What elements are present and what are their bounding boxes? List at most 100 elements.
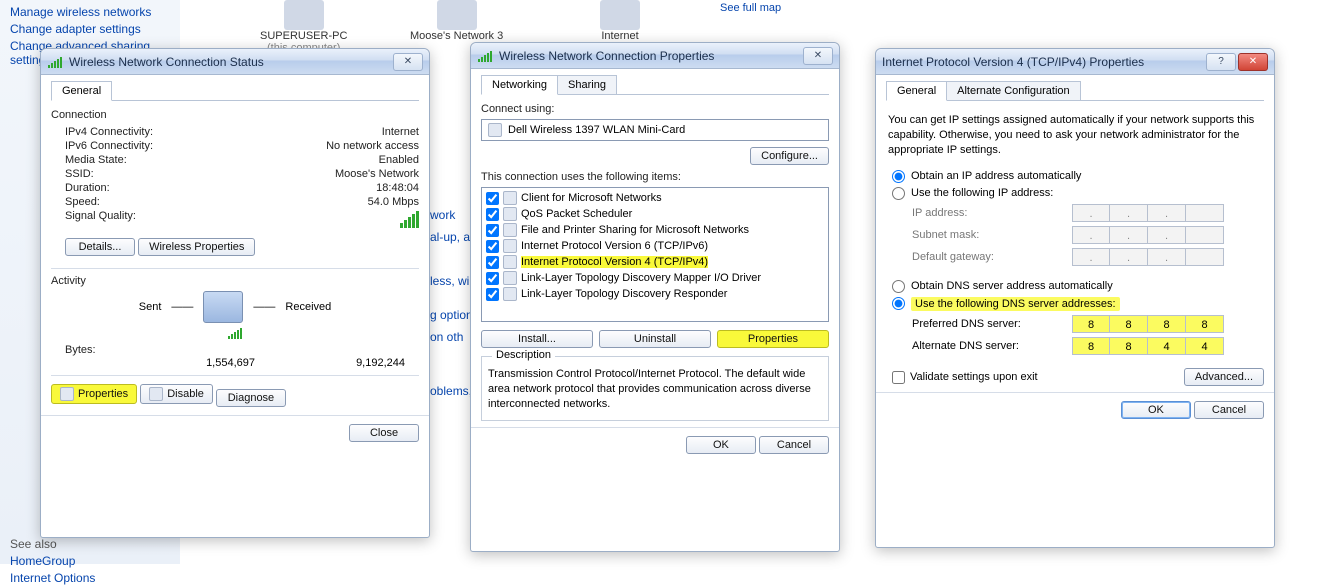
ok-button[interactable]: OK [686, 436, 756, 454]
network-items-list[interactable]: Client for Microsoft Networks QoS Packet … [481, 187, 829, 322]
props-titlebar[interactable]: Wireless Network Connection Properties ✕ [471, 43, 839, 69]
protocol-icon [503, 207, 517, 221]
status-titlebar[interactable]: Wireless Network Connection Status ✕ [41, 49, 429, 75]
close-icon[interactable]: ✕ [803, 47, 833, 65]
see-full-map-link[interactable]: See full map [720, 2, 781, 14]
adapter-field[interactable]: Dell Wireless 1397 WLAN Mini-Card [481, 119, 829, 141]
validate-label: Validate settings upon exit [910, 371, 1038, 383]
ssid-label: SSID: [65, 168, 335, 180]
wireless-properties-button[interactable]: Wireless Properties [138, 238, 255, 256]
network-item[interactable]: Internet Protocol Version 6 (TCP/IPv6) [484, 238, 826, 254]
item-checkbox[interactable] [486, 192, 499, 205]
validate-checkbox[interactable] [892, 371, 905, 384]
ip-address-field: ... [1072, 204, 1224, 222]
network-map-pc: SUPERUSER-PC [260, 30, 347, 42]
cancel-button[interactable]: Cancel [759, 436, 829, 454]
adapter-name: Dell Wireless 1397 WLAN Mini-Card [508, 124, 685, 136]
alternate-dns-field[interactable]: 8844 [1072, 337, 1224, 355]
ipv4-properties-window: Internet Protocol Version 4 (TCP/IPv4) P… [875, 48, 1275, 548]
tab-networking[interactable]: Networking [481, 75, 558, 95]
use-dns-radio[interactable] [892, 297, 905, 310]
ipv4-titlebar[interactable]: Internet Protocol Version 4 (TCP/IPv4) P… [876, 49, 1274, 75]
item-label: Internet Protocol Version 6 (TCP/IPv6) [521, 240, 708, 252]
ipv6-label: IPv6 Connectivity: [65, 140, 326, 152]
protocol-icon [503, 223, 517, 237]
disable-icon [149, 387, 163, 401]
close-button[interactable]: Close [349, 424, 419, 442]
obtain-ip-label: Obtain an IP address automatically [911, 170, 1081, 182]
received-label: Received [285, 301, 331, 313]
media-value: Enabled [379, 154, 419, 166]
preferred-dns-field[interactable]: 8888 [1072, 315, 1224, 333]
ip-address-label: IP address: [912, 207, 1072, 219]
duration-value: 18:48:04 [376, 182, 419, 194]
item-properties-button[interactable]: Properties [717, 330, 829, 348]
item-checkbox[interactable] [486, 224, 499, 237]
disable-button[interactable]: Disable [140, 384, 213, 404]
link-manage-wireless[interactable]: Manage wireless networks [10, 5, 170, 19]
cancel-button[interactable]: Cancel [1194, 401, 1264, 419]
item-checkbox[interactable] [486, 272, 499, 285]
network-item[interactable]: File and Printer Sharing for Microsoft N… [484, 222, 826, 238]
status-window: Wireless Network Connection Status ✕ Gen… [40, 48, 430, 538]
connect-using-label: Connect using: [481, 103, 829, 115]
duration-label: Duration: [65, 182, 376, 194]
help-icon[interactable]: ? [1206, 53, 1236, 71]
bytes-recv: 9,192,244 [315, 357, 405, 369]
see-also-label: See also [10, 537, 170, 551]
alternate-dns-label: Alternate DNS server: [912, 340, 1072, 352]
network-item[interactable]: Client for Microsoft Networks [484, 190, 826, 206]
item-checkbox[interactable] [486, 208, 499, 221]
network-item[interactable]: QoS Packet Scheduler [484, 206, 826, 222]
close-icon[interactable]: ✕ [393, 53, 423, 71]
computer-icon [284, 0, 324, 30]
network-icon [437, 0, 477, 30]
protocol-icon [503, 191, 517, 205]
protocol-icon [503, 271, 517, 285]
network-map-internet: Internet [600, 30, 640, 42]
obtain-ip-radio[interactable] [892, 170, 905, 183]
configure-button[interactable]: Configure... [750, 147, 829, 165]
use-ip-radio[interactable] [892, 187, 905, 200]
network-item[interactable]: Internet Protocol Version 4 (TCP/IPv4) [484, 254, 826, 270]
network-item[interactable]: Link-Layer Topology Discovery Mapper I/O… [484, 270, 826, 286]
obtain-dns-radio[interactable] [892, 280, 905, 293]
link-internet-options[interactable]: Internet Options [10, 571, 170, 585]
install-button[interactable]: Install... [481, 330, 593, 348]
globe-icon [600, 0, 640, 30]
ipv6-value: No network access [326, 140, 419, 152]
item-checkbox[interactable] [486, 240, 499, 253]
subnet-field: ... [1072, 226, 1224, 244]
use-ip-label: Use the following IP address: [911, 187, 1053, 199]
bytes-sent: 1,554,697 [165, 357, 255, 369]
diagnose-button[interactable]: Diagnose [216, 389, 286, 407]
ok-button[interactable]: OK [1121, 401, 1191, 419]
link-change-adapter[interactable]: Change adapter settings [10, 22, 170, 36]
description-text: Transmission Control Protocol/Internet P… [488, 367, 822, 412]
details-button[interactable]: Details... [65, 238, 135, 256]
item-label: Internet Protocol Version 4 (TCP/IPv4) [521, 256, 708, 268]
properties-button[interactable]: Properties [51, 384, 137, 404]
bytes-label: Bytes: [65, 344, 419, 356]
tab-alternate[interactable]: Alternate Configuration [946, 81, 1081, 101]
tab-general[interactable]: General [886, 81, 947, 101]
activity-label: Activity [51, 275, 419, 287]
item-label: QoS Packet Scheduler [521, 208, 632, 220]
advanced-button[interactable]: Advanced... [1184, 368, 1264, 386]
network-item[interactable]: Link-Layer Topology Discovery Responder [484, 286, 826, 302]
speed-label: Speed: [65, 196, 368, 208]
uninstall-button[interactable]: Uninstall [599, 330, 711, 348]
signal-icon [477, 48, 493, 64]
network-map-net: Moose's Network 3 [410, 30, 503, 42]
item-checkbox[interactable] [486, 256, 499, 269]
ssid-value: Moose's Network [335, 168, 419, 180]
speed-value: 54.0 Mbps [368, 196, 419, 208]
ipv4-label: IPv4 Connectivity: [65, 126, 382, 138]
item-checkbox[interactable] [486, 288, 499, 301]
protocol-icon [503, 287, 517, 301]
description-label: Description [492, 349, 555, 361]
close-icon[interactable]: ✕ [1238, 53, 1268, 71]
link-homegroup[interactable]: HomeGroup [10, 554, 170, 568]
tab-sharing[interactable]: Sharing [557, 75, 617, 95]
tab-general[interactable]: General [51, 81, 112, 101]
